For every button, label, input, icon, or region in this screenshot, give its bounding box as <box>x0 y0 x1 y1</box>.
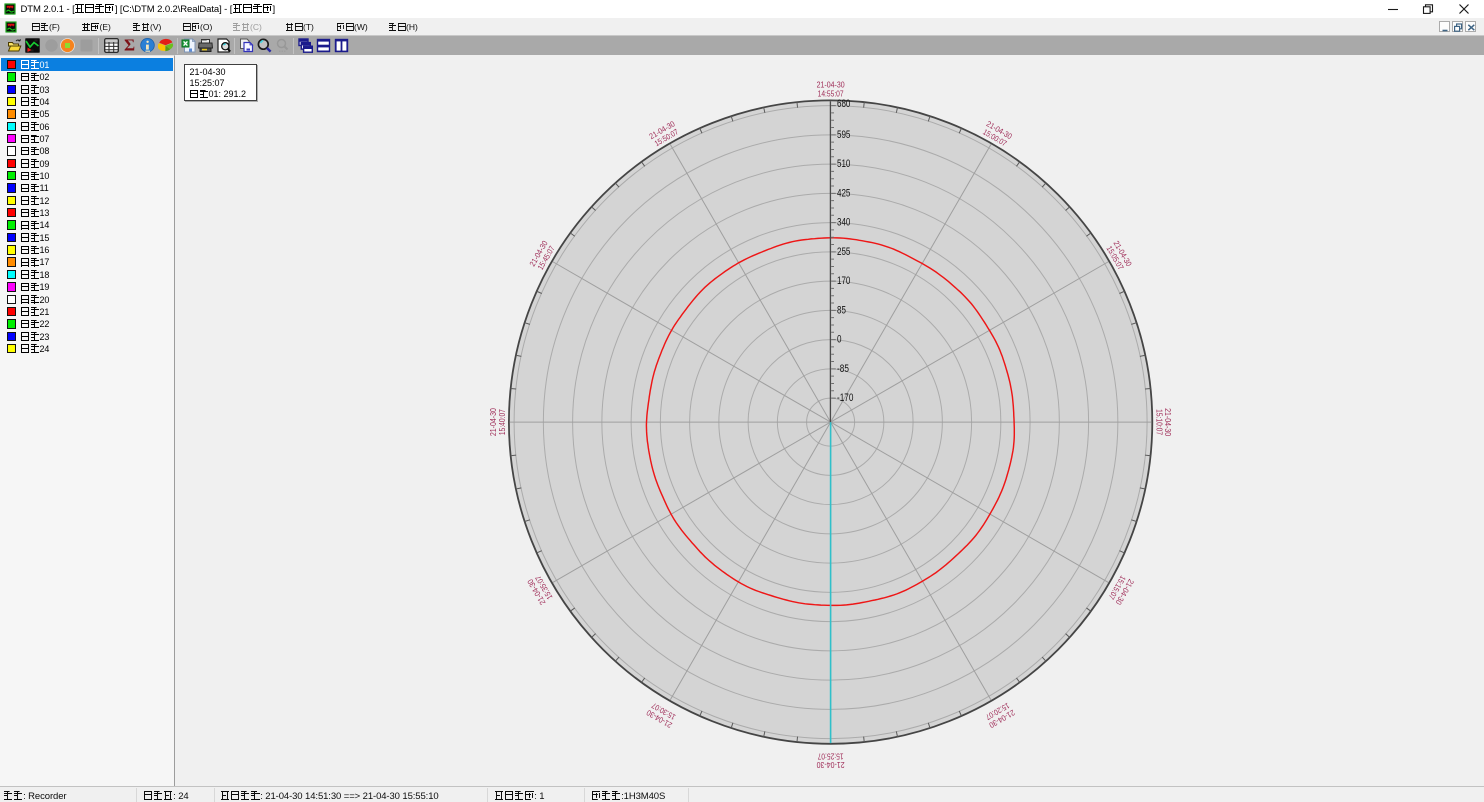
svg-text:15:40:07: 15:40:07 <box>498 409 507 435</box>
svg-text:0: 0 <box>837 334 842 346</box>
svg-text:170: 170 <box>837 275 850 287</box>
svg-text:340: 340 <box>837 217 850 229</box>
svg-text:21-04-30: 21-04-30 <box>489 408 498 436</box>
svg-text:-170: -170 <box>837 392 853 404</box>
svg-text:510: 510 <box>837 158 850 170</box>
svg-text:15:10:07: 15:10:07 <box>1154 409 1163 435</box>
svg-text:21-04-30: 21-04-30 <box>817 81 845 90</box>
svg-text:21-04-30: 21-04-30 <box>1163 408 1172 436</box>
svg-text:255: 255 <box>837 246 850 258</box>
svg-text:425: 425 <box>837 187 850 199</box>
svg-text:-85: -85 <box>837 363 849 375</box>
svg-text:15:25:07: 15:25:07 <box>817 751 843 760</box>
svg-text:21-04-30: 21-04-30 <box>816 760 844 769</box>
svg-text:85: 85 <box>837 304 846 316</box>
svg-text:14:55:07: 14:55:07 <box>818 89 844 98</box>
svg-text:Σ: Σ <box>124 37 135 53</box>
svg-text:595: 595 <box>837 129 850 141</box>
svg-text:680: 680 <box>837 98 850 110</box>
